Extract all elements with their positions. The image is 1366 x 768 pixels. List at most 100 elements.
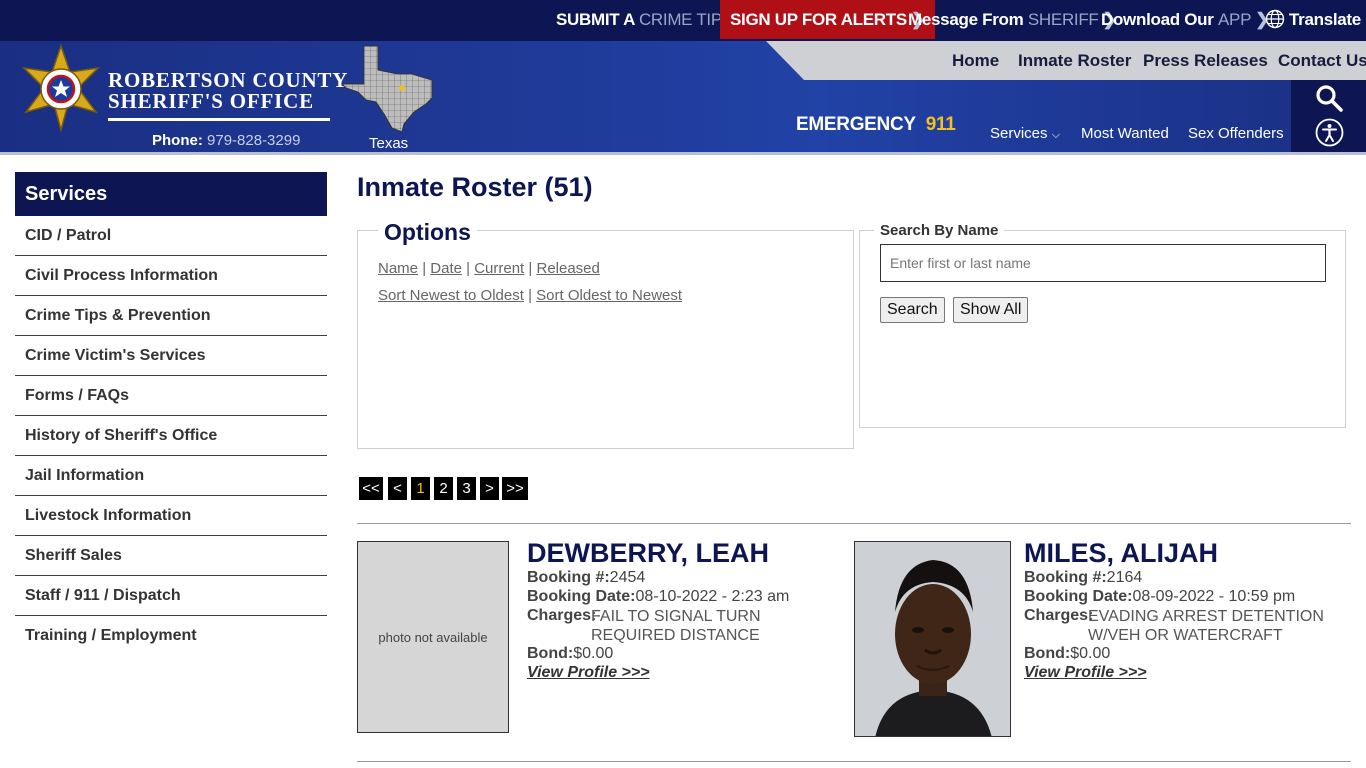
nav-services[interactable]: Services ⌵ xyxy=(990,122,1060,146)
show-all-button[interactable]: Show All xyxy=(953,297,1029,323)
view-profile-link[interactable]: View Profile >>> xyxy=(1024,664,1147,682)
globe-icon xyxy=(1265,9,1285,29)
pager-first[interactable]: << xyxy=(359,477,383,500)
sidebar-item-training[interactable]: Training / Employment xyxy=(15,616,327,656)
inmate-photo-placeholder[interactable]: photo not available xyxy=(357,541,509,733)
nav-services-label: Services xyxy=(990,125,1048,142)
translate-text: Translate xyxy=(1289,10,1361,29)
charges-value: FAIL TO SIGNAL TURN REQUIRED DISTANCE xyxy=(591,608,761,644)
nav-press-releases[interactable]: Press Releases xyxy=(1143,41,1268,80)
booking-date: Booking Date:08-10-2022 - 2:23 am xyxy=(527,588,789,606)
booking-number-value: 2454 xyxy=(609,569,646,586)
sign-up-alerts-link[interactable]: SIGN UP FOR ALERTS ❯ xyxy=(720,0,935,39)
sidebar-title: Services xyxy=(15,172,327,216)
pager-page-3[interactable]: 3 xyxy=(457,477,476,500)
search-input[interactable] xyxy=(880,244,1326,282)
sidebar-item-staff-dispatch[interactable]: Staff / 911 / Dispatch xyxy=(15,576,327,616)
inmate-name: DEWBERRY, LEAH xyxy=(527,538,770,568)
bond: Bond:$0.00 xyxy=(1024,645,1110,663)
filter-date-link[interactable]: Date xyxy=(430,260,462,277)
bond: Bond:$0.00 xyxy=(527,645,613,663)
emergency-label: EMERGENCY xyxy=(796,114,916,135)
sidebar-item-civil-process[interactable]: Civil Process Information xyxy=(15,256,327,296)
sidebar-item-livestock[interactable]: Livestock Information xyxy=(15,496,327,536)
pager-last[interactable]: >> xyxy=(502,477,528,500)
page-title: Inmate Roster (51) xyxy=(357,172,593,202)
booking-number-value: 2164 xyxy=(1106,569,1143,586)
emergency-info: EMERGENCY 911 xyxy=(796,114,956,136)
accessibility-icon[interactable] xyxy=(1315,118,1344,147)
pager-next[interactable]: > xyxy=(480,477,499,500)
options-panel: Options Name | Date | Current | Released… xyxy=(357,219,854,449)
phone-label: Phone: xyxy=(152,132,203,149)
submit-a-text: SUBMIT A xyxy=(556,10,635,29)
sort-oldest-link[interactable]: Sort Oldest to Newest xyxy=(536,287,682,304)
charges-label-text: Charges: xyxy=(527,607,597,624)
bond-value: $0.00 xyxy=(573,645,614,662)
separator: | xyxy=(528,287,532,304)
booking-number-label: Booking #: xyxy=(527,569,610,586)
header-divider xyxy=(0,152,1366,155)
phone-value: 979-828-3299 xyxy=(207,132,301,149)
booking-date: Booking Date:08-09-2022 - 10:59 pm xyxy=(1024,588,1295,606)
sidebar-item-cid-patrol[interactable]: CID / Patrol xyxy=(15,216,327,256)
sort-newest-link[interactable]: Sort Newest to Oldest xyxy=(378,287,524,304)
sheriff-star-badge[interactable] xyxy=(16,44,106,132)
alerts-text: SIGN UP FOR ALERTS xyxy=(730,10,907,29)
message-from-sheriff-link[interactable]: Message From SHERIFF ❯ xyxy=(908,0,1117,39)
nav-contact-us[interactable]: Contact Us xyxy=(1278,41,1366,80)
inmate-mugshot xyxy=(855,542,1010,736)
sidebar-item-history[interactable]: History of Sheriff's Office xyxy=(15,416,327,456)
nav-inmate-roster[interactable]: Inmate Roster xyxy=(1018,41,1131,80)
pager-page-1[interactable]: 1 xyxy=(411,477,430,500)
filter-current-link[interactable]: Current xyxy=(474,260,524,277)
header-icon-column xyxy=(1291,80,1366,152)
separator: | xyxy=(528,260,533,277)
charges-value: EVADING ARREST DETENTION W/VEH OR WATERC… xyxy=(1088,608,1324,644)
booking-number: Booking #:2164 xyxy=(1024,569,1142,587)
search-panel: Search By Name Search Show All xyxy=(859,222,1346,428)
filter-name-link[interactable]: Name xyxy=(378,260,418,277)
nav-sex-offenders[interactable]: Sex Offenders xyxy=(1188,122,1284,146)
separator: | xyxy=(466,260,471,277)
booking-number-label: Booking #: xyxy=(1024,569,1107,586)
pager-page-2[interactable]: 2 xyxy=(434,477,453,500)
charges-label: Charges: xyxy=(527,607,596,625)
bond-label: Bond: xyxy=(527,645,574,662)
org-name-line1: ROBERTSON COUNTY xyxy=(108,68,349,92)
charges-label-text: Charges: xyxy=(1024,607,1094,624)
nav-most-wanted[interactable]: Most Wanted xyxy=(1081,122,1169,146)
org-name: ROBERTSON COUNTY SHERIFF'S OFFICE xyxy=(108,70,348,112)
org-name-underline xyxy=(108,118,330,121)
divider xyxy=(357,523,1351,524)
sheriff-text: SHERIFF xyxy=(1027,10,1099,29)
inmate-photo[interactable] xyxy=(854,541,1011,737)
sidebar-item-victim-services[interactable]: Crime Victim's Services xyxy=(15,336,327,376)
search-icon[interactable] xyxy=(1315,84,1343,112)
inmate-name: MILES, ALIJAH xyxy=(1024,538,1219,568)
search-button[interactable]: Search xyxy=(880,297,945,323)
sidebar-item-jail-info[interactable]: Jail Information xyxy=(15,456,327,496)
charges-label: Charges: xyxy=(1024,607,1093,625)
pager-prev[interactable]: < xyxy=(388,477,407,500)
booking-date-label: Booking Date: xyxy=(527,588,636,605)
booking-number: Booking #:2454 xyxy=(527,569,645,587)
filter-released-link[interactable]: Released xyxy=(536,260,599,277)
download-app-link[interactable]: Download Our APP ❯ xyxy=(1101,0,1269,39)
translate-button[interactable]: Translate xyxy=(1265,0,1361,39)
sidebar-item-forms-faqs[interactable]: Forms / FAQs xyxy=(15,376,327,416)
sidebar-item-sheriff-sales[interactable]: Sheriff Sales xyxy=(15,536,327,576)
app-text: APP xyxy=(1218,10,1252,29)
view-profile-link[interactable]: View Profile >>> xyxy=(527,664,650,682)
bond-label: Bond: xyxy=(1024,645,1071,662)
bond-value: $0.00 xyxy=(1070,645,1111,662)
nav-home[interactable]: Home xyxy=(952,41,999,80)
booking-date-value: 08-10-2022 - 2:23 am xyxy=(635,588,790,605)
submit-crime-tip-link[interactable]: SUBMIT A CRIME TIP❯ xyxy=(556,0,740,39)
chevron-down-icon: ⌵ xyxy=(1051,129,1061,141)
message-from-text: Message From xyxy=(908,10,1024,29)
filter-links: Name | Date | Current | Released xyxy=(378,260,600,277)
org-name-line2: SHERIFF'S OFFICE xyxy=(108,89,314,113)
sidebar-item-crime-tips[interactable]: Crime Tips & Prevention xyxy=(15,296,327,336)
phone-number: Phone: 979-828-3299 xyxy=(152,132,300,149)
